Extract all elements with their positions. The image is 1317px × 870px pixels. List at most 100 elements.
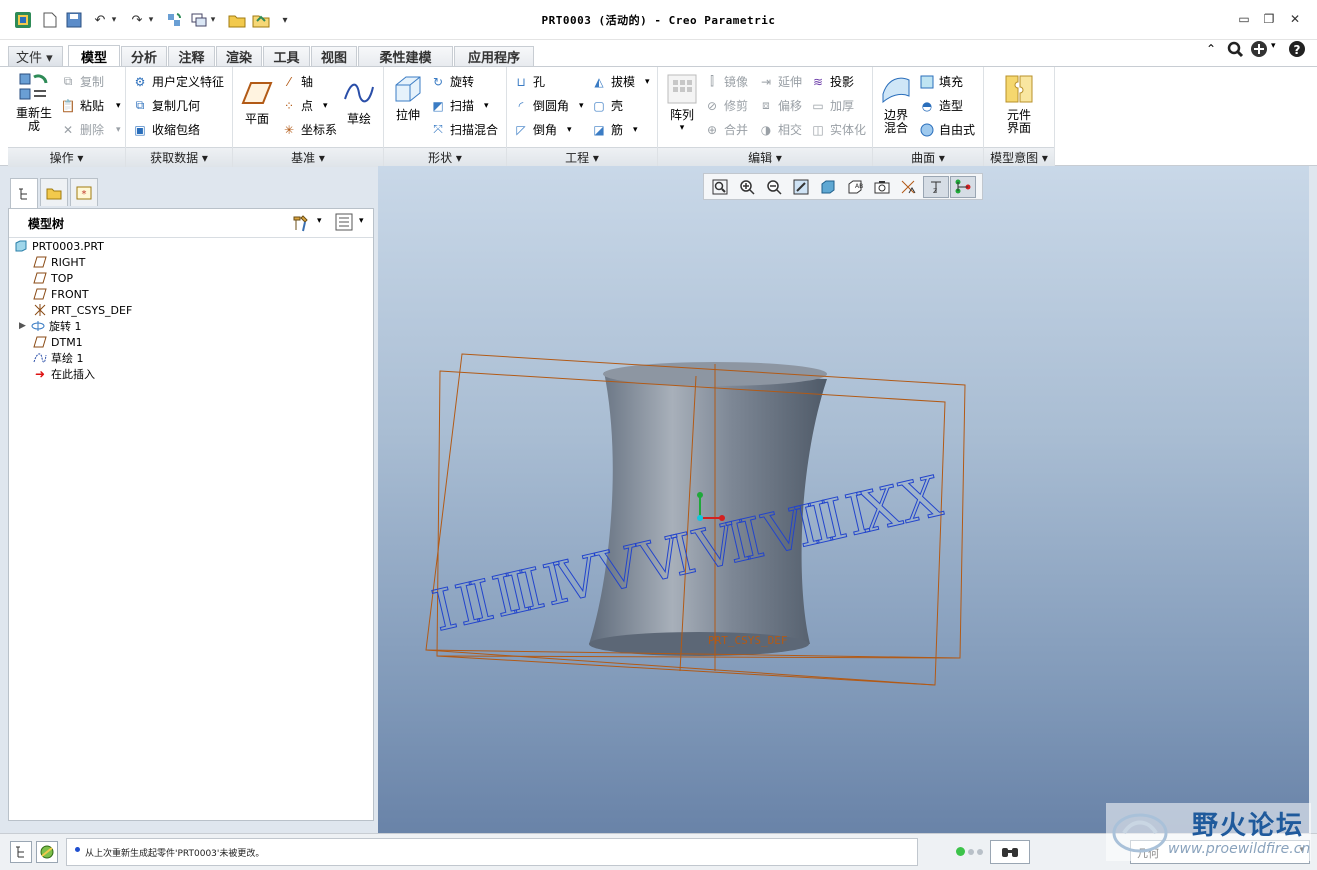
tree-item-dtm1[interactable]: DTM1 <box>33 334 83 350</box>
editing-group-label[interactable]: 编辑 ▾ <box>658 147 872 167</box>
engineering-group-label[interactable]: 工程 ▾ <box>507 147 657 167</box>
tree-item-csys[interactable]: PRT_CSYS_DEF <box>33 302 132 318</box>
copy-button[interactable]: ⧉ 复制 <box>60 73 104 90</box>
pattern-dropdown-icon[interactable]: ▾ <box>662 122 702 135</box>
sketch-button[interactable]: 草绘 <box>339 77 379 126</box>
minimize-icon[interactable]: ▭ <box>1234 10 1254 28</box>
datum-axis-button[interactable]: ⁄ 轴 <box>281 73 313 90</box>
toggle-navigator-icon[interactable] <box>10 841 32 863</box>
tab-tools[interactable]: 工具 <box>263 46 310 66</box>
draft-button[interactable]: ◭ 拔模 ▾ <box>591 73 650 90</box>
tab-render[interactable]: 渲染 <box>216 46 262 66</box>
close-icon[interactable]: ✕ <box>1285 10 1305 28</box>
project-button[interactable]: ≋ 投影 <box>810 73 854 90</box>
view-manager-icon[interactable] <box>869 176 895 198</box>
find-binoculars-icon[interactable] <box>990 840 1030 864</box>
expand-arrow-icon[interactable]: ▶ <box>19 321 31 331</box>
tree-filters-dropdown-icon[interactable]: ▾ <box>359 216 364 226</box>
hole-button[interactable]: ⊔ 孔 <box>513 73 545 90</box>
model-intent-group-label[interactable]: 模型意图 ▾ <box>984 147 1054 167</box>
toggle-browser-icon[interactable] <box>36 841 58 863</box>
tree-filters-icon[interactable] <box>335 213 353 234</box>
revolve-button[interactable]: ↻ 旋转 <box>430 73 474 90</box>
tab-model[interactable]: 模型 <box>68 45 120 66</box>
chamfer-button[interactable]: ◸ 倒角 ▾ <box>513 121 572 138</box>
search-icon[interactable] <box>1226 40 1244 61</box>
surfaces-group-label[interactable]: 曲面 ▾ <box>873 147 983 167</box>
intersect-button[interactable]: ◑ 相交 <box>758 121 802 138</box>
refit-icon[interactable] <box>707 176 733 198</box>
tree-item-front[interactable]: FRONT <box>33 286 89 302</box>
copy-geometry-button[interactable]: ⧉ 复制几何 <box>132 97 200 114</box>
shrinkwrap-button[interactable]: ▣ 收缩包络 <box>132 121 200 138</box>
restore-icon[interactable]: ❐ <box>1259 10 1279 28</box>
tree-settings-dropdown-icon[interactable]: ▾ <box>317 216 322 226</box>
datum-group-label[interactable]: 基准 ▾ <box>233 147 383 167</box>
datum-plane-button[interactable]: 平面 <box>237 77 277 126</box>
swept-blend-button[interactable]: ⤧ 扫描混合 <box>430 121 498 138</box>
folder-browser-tab-icon[interactable] <box>40 178 68 206</box>
tree-item-revolve[interactable]: ▶ 旋转 1 <box>19 318 82 334</box>
tree-item-part[interactable]: PRT0003.PRT <box>14 238 104 254</box>
tab-file[interactable]: 文件 ▾ <box>8 46 63 66</box>
shapes-group-label[interactable]: 形状 ▾ <box>384 147 506 167</box>
help-icon[interactable]: ? <box>1288 40 1306 61</box>
tab-view[interactable]: 视图 <box>311 46 357 66</box>
draft-dropdown-icon[interactable]: ▾ <box>645 77 650 87</box>
pattern-button[interactable]: 阵列 ▾ <box>662 73 702 135</box>
datum-csys-button[interactable]: ✳ 坐标系 <box>281 121 337 138</box>
style-button[interactable]: ◓ 造型 <box>919 97 963 114</box>
get-data-group-label[interactable]: 获取数据 ▾ <box>126 147 232 167</box>
boundary-blend-button[interactable]: 边界混合 <box>875 73 917 135</box>
operations-group-label[interactable]: 操作 ▾ <box>8 147 125 167</box>
merge-button[interactable]: ⊕ 合并 <box>704 121 748 138</box>
community-dropdown-icon[interactable]: ▾ <box>1271 41 1276 51</box>
mirror-button[interactable]: ⫿ 镜像 <box>704 73 748 90</box>
paste-dropdown-icon[interactable]: ▾ <box>116 101 121 111</box>
model-canvas[interactable]: I II III IV V VI VII VIII IX X PRT_CSYS_… <box>378 166 1309 833</box>
tree-item-right[interactable]: RIGHT <box>33 254 85 270</box>
udf-button[interactable]: ⚙ 用户定义特征 <box>132 73 224 90</box>
thicken-button[interactable]: ▭ 加厚 <box>810 97 854 114</box>
extrude-button[interactable]: 拉伸 <box>388 73 428 122</box>
community-icon[interactable] <box>1250 40 1268 61</box>
round-button[interactable]: ◜ 倒圆角 ▾ <box>513 97 584 114</box>
fill-button[interactable]: 填充 <box>919 73 963 90</box>
paste-button[interactable]: 📋 粘贴 ▾ <box>60 97 121 114</box>
extend-button[interactable]: ⇥ 延伸 <box>758 73 802 90</box>
freestyle-button[interactable]: 自由式 <box>919 121 975 138</box>
datum-display-filter-icon[interactable] <box>896 176 922 198</box>
sweep-button[interactable]: ◩ 扫描 ▾ <box>430 97 489 114</box>
datum-point-button[interactable]: ⁘ 点 ▾ <box>281 97 328 114</box>
favorites-tab-icon[interactable]: * <box>70 178 98 206</box>
zoom-in-icon[interactable] <box>734 176 760 198</box>
tab-applications[interactable]: 应用程序 <box>454 46 534 66</box>
delete-button[interactable]: ✕ 删除 ▾ <box>60 121 121 138</box>
chamfer-dropdown-icon[interactable]: ▾ <box>567 125 572 135</box>
zoom-out-icon[interactable] <box>761 176 787 198</box>
tab-analysis[interactable]: 分析 <box>121 46 167 66</box>
sweep-dropdown-icon[interactable]: ▾ <box>484 101 489 111</box>
saved-orientations-icon[interactable]: AB <box>842 176 868 198</box>
offset-button[interactable]: ⧈ 偏移 <box>758 97 802 114</box>
trim-button[interactable]: ⊘ 修剪 <box>704 97 748 114</box>
repaint-icon[interactable] <box>788 176 814 198</box>
solidify-button[interactable]: ◫ 实体化 <box>810 121 866 138</box>
regenerate-button[interactable]: 重新生成 <box>10 71 58 133</box>
tree-settings-icon[interactable] <box>291 213 311 236</box>
model-tree-tab-icon[interactable] <box>10 178 38 208</box>
tree-item-sketch[interactable]: 草绘 1 <box>33 350 84 366</box>
delete-dropdown-icon[interactable]: ▾ <box>116 125 121 135</box>
shell-button[interactable]: ▢ 壳 <box>591 97 623 114</box>
point-dropdown-icon[interactable]: ▾ <box>323 101 328 111</box>
tree-item-insert-here[interactable]: ➜ 在此插入 <box>33 366 95 382</box>
tab-flexible-modeling[interactable]: 柔性建模 <box>358 46 453 66</box>
minimize-ribbon-icon[interactable]: ⌃ <box>1206 42 1216 56</box>
annotation-display-icon[interactable] <box>950 175 976 198</box>
display-style-icon[interactable] <box>815 176 841 198</box>
tree-item-top[interactable]: TOP <box>33 270 73 286</box>
rib-dropdown-icon[interactable]: ▾ <box>633 125 638 135</box>
rib-button[interactable]: ◪ 筋 ▾ <box>591 121 638 138</box>
tab-annotate[interactable]: 注释 <box>168 46 215 66</box>
component-interface-button[interactable]: 元件界面 <box>996 73 1042 135</box>
